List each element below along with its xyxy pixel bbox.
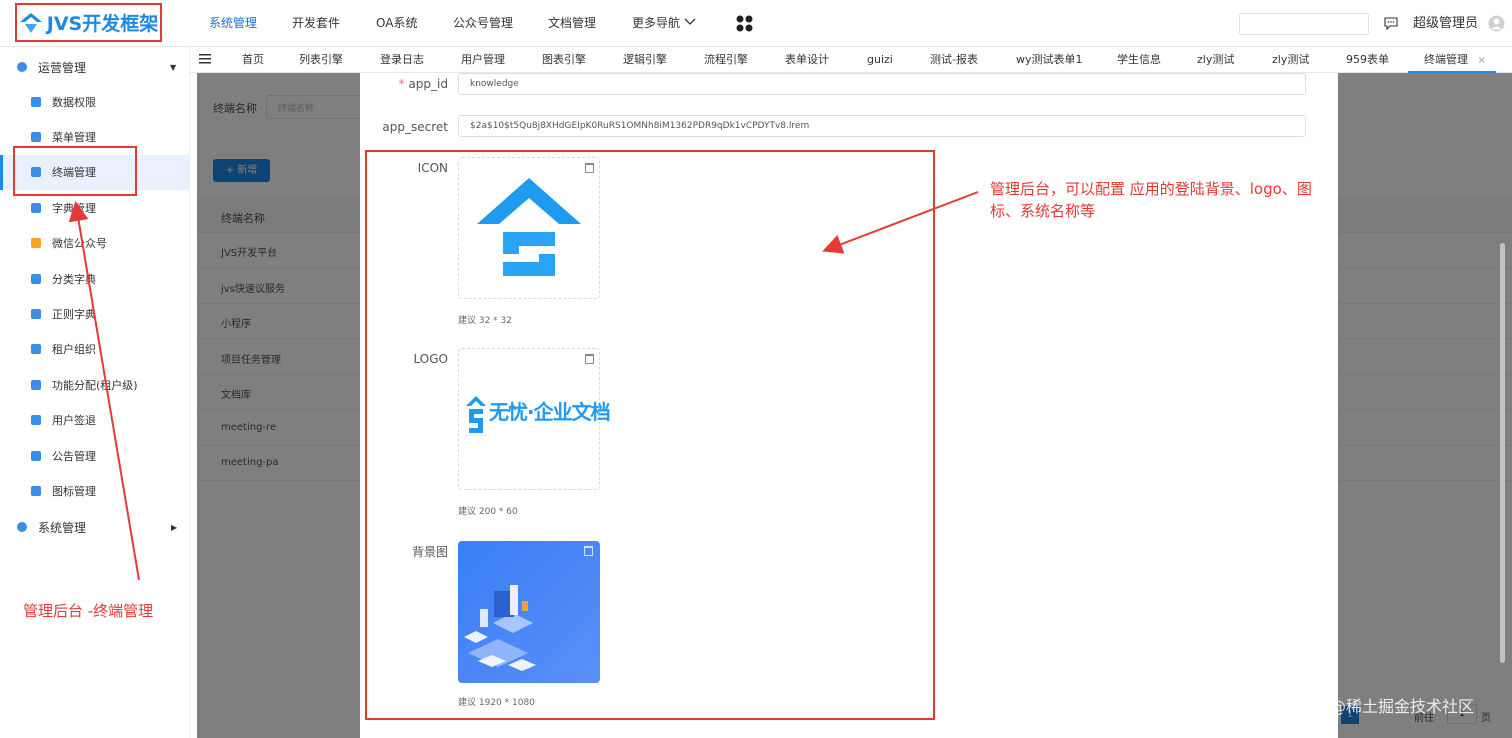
message-icon[interactable] (1384, 17, 1398, 30)
sidebar-group-system[interactable]: 系统管理 ▶ (0, 509, 190, 545)
sidebar-item[interactable]: 正则字典 (0, 296, 190, 331)
nav-oa-system[interactable]: OA系统 (376, 0, 417, 47)
avatar-icon[interactable] (1488, 15, 1505, 32)
settings-icon (17, 522, 27, 532)
menu-item-icon (31, 96, 41, 107)
annotation-left-text: 管理后台 -终端管理 (23, 602, 154, 620)
top-navbar: JVS开发框架 系统管理 开发套件 OA系统 公众号管理 文档管理 更多导航 超… (0, 0, 1512, 47)
app-secret-input[interactable]: $2a$10$t5Qu8j8XHdGEIpK0RuRS1OMNh8iM1362P… (458, 115, 1306, 137)
tab-zly-test-1[interactable]: zly测试 (1197, 47, 1234, 73)
nav-document-management[interactable]: 文档管理 (548, 0, 596, 47)
tab-flow-engine[interactable]: 流程引擎 (704, 47, 748, 73)
tab-chart-engine[interactable]: 图表引擎 (542, 47, 586, 73)
nav-official-account[interactable]: 公众号管理 (453, 0, 513, 47)
logo[interactable]: JVS开发框架 (15, 3, 162, 42)
tab-wy-test-form[interactable]: wy测试表单1 (1016, 47, 1083, 73)
sidebar-item-label: 菜单管理 (52, 130, 96, 144)
sidebar-item[interactable]: 租户组织 (0, 332, 190, 367)
tab-list-engine[interactable]: 列表引擎 (299, 47, 343, 73)
tab-login-log[interactable]: 登录日志 (380, 47, 424, 73)
scrollbar[interactable] (1500, 243, 1505, 663)
sidebar-item[interactable]: 微信公众号 (0, 226, 190, 261)
sidebar-item-label: 字典管理 (52, 201, 96, 215)
watermark: @稀土掘金技术社区 (1330, 697, 1475, 716)
sidebar-item[interactable]: 用户签退 (0, 403, 190, 438)
tab-959-form[interactable]: 959表单 (1346, 47, 1389, 73)
jvs-logo-icon (19, 12, 42, 33)
sidebar-item[interactable]: 数据权限 (0, 84, 190, 119)
app-secret-label: app_secret (382, 120, 448, 134)
menu-item-icon (31, 450, 41, 461)
sidebar-group-label: 系统管理 (38, 520, 87, 535)
menu-item-icon (31, 344, 41, 355)
annotation-sidebar-highlight (13, 146, 137, 196)
menu-item-icon (31, 308, 41, 319)
tab-logic-engine[interactable]: 逻辑引擎 (623, 47, 667, 73)
sidebar-item[interactable]: 图标管理 (0, 473, 190, 508)
close-icon[interactable]: × (1478, 55, 1486, 66)
search-input[interactable] (1239, 13, 1369, 35)
app-id-label: * app_id (398, 77, 448, 91)
logo-text: JVS开发框架 (46, 13, 159, 35)
nav-system-management[interactable]: 系统管理 (209, 0, 257, 47)
user-name[interactable]: 超级管理员 (1413, 0, 1478, 47)
caret-down-icon: ▼ (170, 62, 177, 72)
tab-terminal-management[interactable]: 终端管理 × (1408, 47, 1496, 73)
tab-test-report[interactable]: 测试-报表 (930, 47, 978, 73)
sidebar-item-label: 租户组织 (52, 343, 96, 357)
tab-form-design[interactable]: 表单设计 (785, 47, 829, 73)
sidebar-item-label: 微信公众号 (52, 237, 107, 251)
menu-item-icon (31, 485, 41, 496)
menu-item-icon (31, 131, 41, 142)
sidebar-item[interactable]: 公告管理 (0, 438, 190, 473)
annotation-form-highlight (365, 150, 935, 720)
sidebar-item[interactable]: 分类字典 (0, 261, 190, 296)
nav-dev-suite[interactable]: 开发套件 (292, 0, 340, 47)
app-id-input[interactable]: knowledge (458, 73, 1306, 95)
caret-right-icon: ▶ (171, 522, 178, 532)
sidebar-item-label: 数据权限 (52, 95, 96, 109)
sidebar-item-label: 图标管理 (52, 484, 96, 498)
sidebar-item-label: 正则字典 (52, 307, 96, 321)
menu-item-icon (31, 379, 41, 390)
menu-item-icon (31, 415, 41, 426)
sidebar-item[interactable]: 功能分配(租户级) (0, 367, 190, 402)
annotation-right-text: 管理后台，可以配置 应用的登陆背景、logo、图标、系统名称等 (990, 180, 1312, 220)
apps-grid-icon[interactable] (736, 15, 753, 32)
sidebar-item-label: 公告管理 (52, 449, 96, 463)
sidebar-item-label: 功能分配(租户级) (52, 378, 138, 392)
menu-item-icon (31, 273, 41, 284)
tab-student-info[interactable]: 学生信息 (1117, 47, 1161, 73)
tab-home[interactable]: 首页 (242, 47, 264, 73)
sidebar-item-label: 分类字典 (52, 272, 96, 286)
chevron-down-icon[interactable] (684, 18, 696, 26)
tab-guizi[interactable]: guizi (867, 47, 893, 73)
required-mark: * (398, 77, 409, 91)
menu-item-icon (31, 238, 41, 249)
sidebar-group-label: 运营管理 (38, 60, 87, 75)
sidebar-group-operations[interactable]: 运营管理 ▼ (0, 49, 190, 85)
menu-item-icon (31, 202, 41, 213)
sidebar-item-label: 用户签退 (52, 414, 96, 428)
tab-user-management[interactable]: 用户管理 (461, 47, 505, 73)
tab-zly-test-2[interactable]: zly测试 (1272, 47, 1309, 73)
nav-more[interactable]: 更多导航 (632, 0, 680, 47)
settings-icon (17, 62, 27, 72)
tab-terminal-management-label: 终端管理 (1424, 53, 1468, 66)
menu-toggle-icon[interactable] (199, 54, 211, 64)
tabs-bar: 首页 列表引擎 登录日志 用户管理 图表引擎 逻辑引擎 流程引擎 表单设计 gu… (190, 47, 1512, 73)
